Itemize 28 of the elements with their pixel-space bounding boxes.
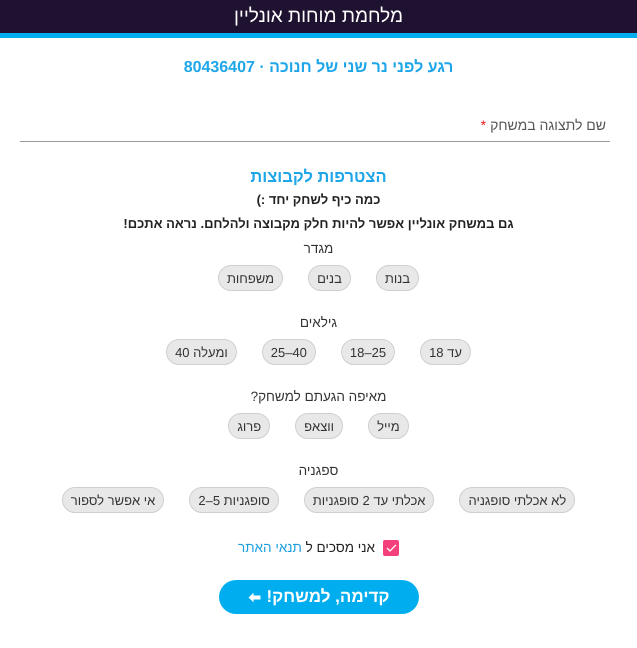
arrow-left-icon bbox=[248, 592, 260, 602]
section-heading: הצטרפות לקבוצות bbox=[250, 167, 387, 188]
option-chip[interactable]: אכלתי עד 2 סופגניות bbox=[304, 487, 434, 513]
game-title: רגע לפני נר שני של חנוכה · 80436407 bbox=[184, 58, 454, 78]
display-name-field[interactable]: שם לתצוגה במשחק * bbox=[20, 117, 610, 142]
option-chip[interactable]: 40 ומעלה bbox=[166, 339, 237, 365]
intro-text: גם במשחק אונליין אפשר להיות חלק מקבוצה ולהלחם. נראה אתכם! bbox=[123, 215, 514, 233]
group-label: גילאים bbox=[300, 314, 338, 332]
option-chip[interactable]: 18–25 bbox=[340, 339, 396, 365]
group-label: מגדר bbox=[304, 240, 334, 258]
option-chip[interactable]: אי אפשר לספור bbox=[62, 487, 164, 513]
option-chip[interactable]: פרוג bbox=[228, 413, 270, 439]
terms-text: אני מסכים ל תנאי האתר bbox=[238, 539, 376, 557]
option-chip[interactable]: 2–5 סופגניות bbox=[189, 487, 279, 513]
group-label: ספגניה bbox=[298, 462, 338, 480]
option-chip[interactable]: 25–40 bbox=[262, 339, 316, 365]
terms-checkbox[interactable] bbox=[383, 540, 400, 556]
option-chip[interactable]: בנות bbox=[376, 265, 420, 291]
option-chip[interactable]: משפחות bbox=[218, 265, 284, 291]
option-chip[interactable]: בנים bbox=[308, 265, 351, 291]
group-label: מאיפה הגעתם למשחק? bbox=[250, 388, 386, 406]
option-chip[interactable]: מייל bbox=[368, 413, 409, 439]
app-title: מלחמת מוחות אונליין bbox=[234, 4, 404, 28]
option-chip[interactable]: עד 18 bbox=[420, 339, 471, 365]
option-chip[interactable]: לא אכלתי סופגניה bbox=[459, 487, 576, 513]
checkmark-icon bbox=[386, 544, 397, 552]
intro-text: כמה כיף לשחק יחד :) bbox=[256, 191, 380, 209]
option-chip[interactable]: ווצאפ bbox=[295, 413, 344, 439]
